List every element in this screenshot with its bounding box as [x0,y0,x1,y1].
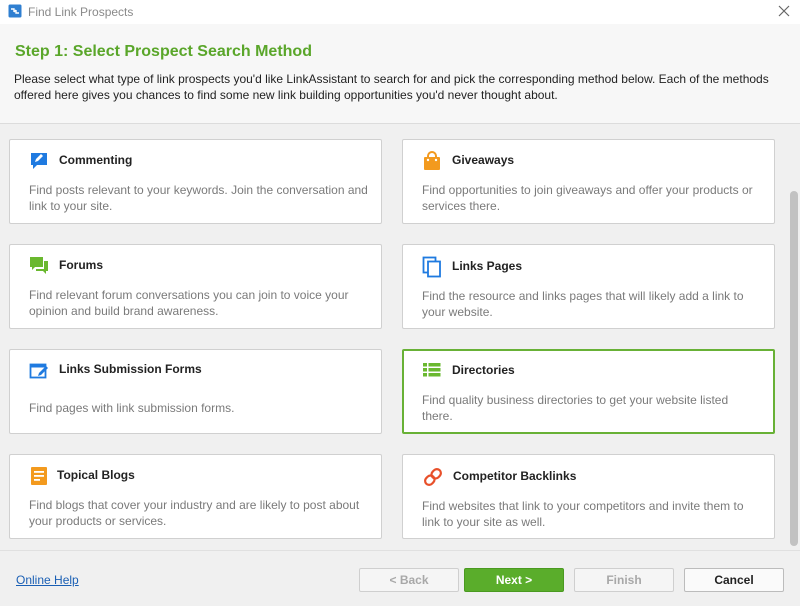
method-title: Commenting [59,153,133,167]
method-description: Find posts relevant to your keywords. Jo… [29,183,368,213]
wizard-header: Step 1: Select Prospect Search Method Pl… [0,24,800,124]
method-title: Competitor Backlinks [453,469,577,483]
method-description: Find relevant forum conversations you ca… [29,288,349,318]
chat-bubbles-icon [29,256,49,276]
chain-link-icon [422,466,442,486]
shopping-bag-icon [422,151,442,171]
form-edit-icon [29,361,49,381]
method-card-links-pages[interactable]: Links Pages Find the resource and links … [402,244,775,329]
wizard-footer: Online Help < Back Next > Finish Cancel [0,550,800,606]
method-card-commenting[interactable]: Commenting Find posts relevant to your k… [9,139,382,224]
method-description: Find quality business directories to get… [422,393,729,423]
method-card-forums[interactable]: Forums Find relevant forum conversations… [9,244,382,329]
method-card-directories[interactable]: Directories Find quality business direct… [402,349,775,434]
app-logo-icon [8,4,22,18]
back-button[interactable]: < Back [359,568,459,592]
window-titlebar: Find Link Prospects [0,0,800,24]
comment-pen-icon [29,151,49,171]
document-lines-icon [29,466,49,486]
method-description: Find opportunities to join giveaways and… [422,183,753,213]
close-icon[interactable] [774,1,794,21]
next-button[interactable]: Next > [464,568,564,592]
vertical-scrollbar[interactable] [788,124,800,550]
window-title: Find Link Prospects [28,5,134,19]
method-description: Find pages with link submission forms. [29,401,235,415]
method-card-topical-blogs[interactable]: Topical Blogs Find blogs that cover your… [9,454,382,539]
method-title: Topical Blogs [57,468,135,482]
method-title: Directories [452,363,515,377]
method-title: Forums [59,258,104,272]
cancel-button[interactable]: Cancel [684,568,784,592]
scrollbar-thumb[interactable] [790,191,798,546]
method-title: Links Submission Forms [59,362,202,376]
method-description: Find websites that link to your competit… [422,499,744,529]
method-description: Find blogs that cover your industry and … [29,498,360,528]
method-card-competitor-backlinks[interactable]: Competitor Backlinks Find websites that … [402,454,775,539]
method-card-links-submission-forms[interactable]: Links Submission Forms Find pages with l… [9,349,382,434]
method-title: Links Pages [452,259,523,273]
step-description: Please select what type of link prospect… [14,72,769,102]
method-list: Commenting Find posts relevant to your k… [0,124,800,550]
finish-button[interactable]: Finish [574,568,674,592]
method-description: Find the resource and links pages that w… [422,289,744,319]
online-help-link[interactable]: Online Help [16,573,79,587]
list-grid-icon [422,361,442,381]
method-card-giveaways[interactable]: Giveaways Find opportunities to join giv… [402,139,775,224]
step-title: Step 1: Select Prospect Search Method [15,43,312,60]
copy-pages-icon [422,256,442,278]
method-title: Giveaways [452,153,515,167]
